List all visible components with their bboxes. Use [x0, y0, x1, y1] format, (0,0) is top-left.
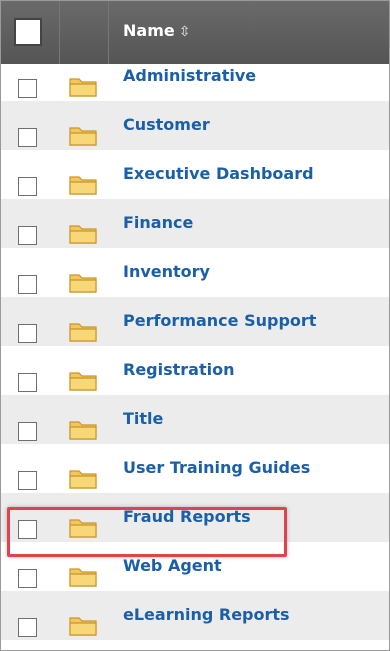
folder-link[interactable]: Performance Support [123, 311, 316, 330]
table-row[interactable]: Inventory [1, 248, 389, 297]
row-checkbox[interactable] [18, 275, 37, 294]
table-row[interactable]: User Training Guides [1, 444, 389, 493]
folder-icon [69, 323, 97, 342]
folder-icon [69, 274, 97, 293]
row-checkbox[interactable] [18, 422, 37, 441]
row-checkbox[interactable] [18, 324, 37, 343]
table-row[interactable]: Performance Support [1, 297, 389, 346]
folder-link[interactable]: Customer [123, 115, 210, 134]
folder-link[interactable]: Finance [123, 213, 193, 232]
row-checkbox[interactable] [18, 177, 37, 196]
name-header-label: Name [123, 21, 175, 40]
folder-icon [69, 372, 97, 391]
folder-icon [69, 617, 97, 636]
folder-link[interactable]: Web Agent [123, 556, 222, 575]
file-list-table: Name ⇳ Administrative Customer Executive … [0, 0, 390, 651]
row-checkbox[interactable] [18, 79, 37, 98]
table-row[interactable]: Administrative [1, 52, 389, 101]
folder-icon [69, 470, 97, 489]
folder-icon [69, 225, 97, 244]
select-all-checkbox[interactable] [14, 18, 42, 46]
table-row[interactable]: Executive Dashboard [1, 150, 389, 199]
highlight-box [7, 507, 287, 557]
row-checkbox[interactable] [18, 128, 37, 147]
folder-icon [69, 421, 97, 440]
folder-link[interactable]: Executive Dashboard [123, 164, 314, 183]
table-row[interactable]: Finance [1, 199, 389, 248]
folder-icon [69, 176, 97, 195]
row-checkbox[interactable] [18, 569, 37, 588]
folder-icon [69, 127, 97, 146]
folder-link[interactable]: Title [123, 409, 163, 428]
folder-link[interactable]: Inventory [123, 262, 210, 281]
folder-link[interactable]: Administrative [123, 66, 256, 85]
sort-icon[interactable]: ⇳ [179, 24, 191, 40]
folder-icon [69, 78, 97, 97]
name-column-header[interactable]: Name ⇳ [123, 21, 190, 40]
table-row[interactable]: Customer [1, 101, 389, 150]
folder-link[interactable]: eLearning Reports [123, 605, 290, 624]
row-checkbox[interactable] [18, 471, 37, 490]
folder-link[interactable]: User Training Guides [123, 458, 310, 477]
folder-icon [69, 568, 97, 587]
row-checkbox[interactable] [18, 226, 37, 245]
row-checkbox[interactable] [18, 373, 37, 392]
folder-link[interactable]: Registration [123, 360, 234, 379]
row-checkbox[interactable] [18, 618, 37, 637]
table-row[interactable]: Title [1, 395, 389, 444]
table-row[interactable]: eLearning Reports [1, 591, 389, 640]
table-row[interactable]: Registration [1, 346, 389, 395]
